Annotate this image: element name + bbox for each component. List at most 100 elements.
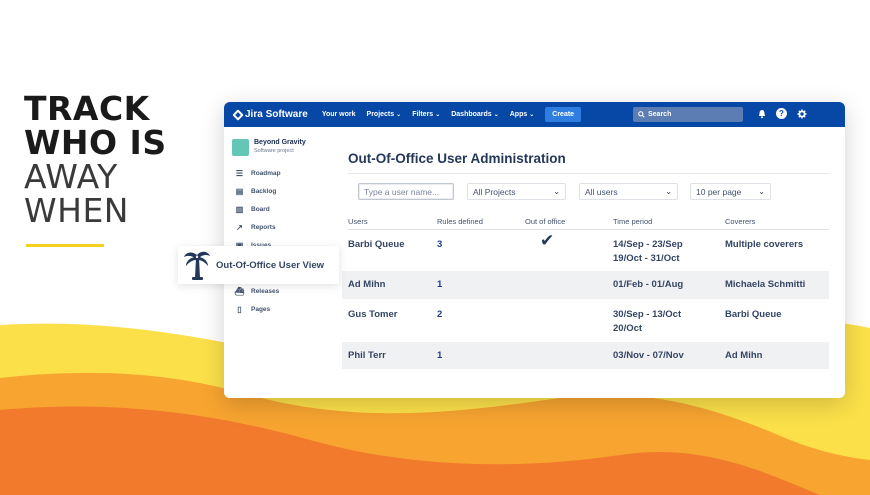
chevron-down-icon: ⌄ [553,187,560,196]
time-period: 01/Feb - 01/Aug [613,278,683,292]
roadmap-icon: ☰ [235,169,244,178]
user-name: Phil Terr [348,350,386,361]
nav-projects[interactable]: Projects ⌄ [367,111,402,118]
nav-your-work[interactable]: Your work [322,111,356,118]
nav-dashboards[interactable]: Dashboards ⌄ [451,111,499,118]
nav-label: Projects [366,111,395,118]
pages-icon: ▯ [237,305,242,314]
main-content: Out-Of-Office User Administration Type a… [340,127,845,398]
coverers: Michaela Schmitti [725,279,806,290]
column-header-rules[interactable]: Rules defined [437,217,483,226]
rules-count[interactable]: 2 [437,308,442,322]
time-period-line: 19/Oct - 31/Oct [613,253,680,264]
releases-icon: ⛴ [234,287,245,296]
page-size-select[interactable]: 10 per page ⌄ [690,183,771,200]
reports-icon: ↗ [236,223,243,232]
backlog-icon: ▤ [235,187,244,196]
help-icon[interactable]: ? [776,108,787,119]
sidebar-item-label: Releases [251,288,280,295]
header-divider [348,229,829,230]
column-header-out-of-office[interactable]: Out of office [525,217,565,226]
bell-icon[interactable] [756,108,767,119]
table-row[interactable]: Phil Terr 1 03/Nov - 07/Nov Ad Mihn [342,342,829,369]
sidebar-item-label: Out-Of-Office User View [216,259,325,271]
title-divider [348,173,829,174]
search-input[interactable]: Search [633,107,743,122]
settings-icon[interactable] [796,108,807,119]
time-period-line: 14/Sep - 23/Sep [613,239,683,250]
time-period: 30/Sep - 13/Oct 20/Oct [613,308,681,336]
time-period-line: 03/Nov - 07/Nov [613,350,684,361]
checkmark-icon: ✔ [540,231,555,250]
time-period-line: 01/Feb - 01/Aug [613,279,684,290]
project-header[interactable]: Beyond Gravity Software project [232,139,306,156]
coverers: Ad Mihn [725,350,763,361]
sidebar-item-out-of-office[interactable]: Out-Of-Office User View [178,246,339,284]
time-period-line: 30/Sep - 13/Oct [613,309,682,320]
headline: TRACK WHO IS AWAY WHEN [24,92,167,228]
sidebar-item-releases[interactable]: ⛴ Releases [234,287,280,296]
time-period: 03/Nov - 07/Nov [613,349,684,363]
project-select[interactable]: All Projects ⌄ [467,183,566,200]
users-select[interactable]: All users ⌄ [579,183,678,200]
headline-line-3: AWAY [24,157,118,196]
sidebar-item-reports[interactable]: ↗ Reports [235,223,276,232]
project-avatar [232,139,249,156]
nav-apps[interactable]: Apps ⌄ [510,111,535,118]
time-period-line: 20/Oct [613,323,643,334]
project-name: Beyond Gravity [254,139,306,146]
nav-label: Your work [321,111,356,118]
user-search-placeholder: Type a user name... [364,186,440,197]
page-title: Out-Of-Office User Administration [348,151,566,166]
search-placeholder: Search [648,111,672,118]
project-select-value: All Projects [473,186,516,197]
table-row[interactable]: Gus Tomer 2 30/Sep - 13/Oct 20/Oct Barbi… [342,302,829,340]
sidebar-item-label: Reports [251,224,276,231]
palm-tree-icon [184,251,210,280]
column-header-coverers[interactable]: Coverers [725,217,755,226]
sidebar-item-label: Board [251,206,270,213]
time-period: 14/Sep - 23/Sep 19/Oct - 31/Oct [613,238,683,266]
rules-count[interactable]: 1 [437,349,442,363]
chevron-down-icon: ⌄ [493,112,499,118]
sidebar-item-label: Pages [251,306,271,313]
table-row[interactable]: Ad Mihn 1 01/Feb - 01/Aug Michaela Schmi… [342,271,829,299]
nav-filters[interactable]: Filters ⌄ [412,111,440,118]
users-select-value: All users [585,186,618,197]
jira-logo-icon [232,108,244,121]
jira-logo[interactable]: Jira Software [232,108,308,121]
chevron-down-icon: ⌄ [396,112,402,118]
brand-name: Jira Software [245,109,308,120]
rules-count[interactable]: 1 [437,278,442,292]
top-navigation-bar: Jira Software Your work Projects ⌄ Filter… [224,102,845,127]
user-name: Ad Mihn [348,279,386,290]
sidebar-item-roadmap[interactable]: ☰ Roadmap [235,169,281,178]
chevron-down-icon: ⌄ [758,187,765,196]
sidebar-item-board[interactable]: ▥ Board [235,205,270,214]
user-search-field[interactable]: Type a user name... [358,183,454,200]
top-icons: ? [756,108,807,119]
chevron-down-icon: ⌄ [529,112,535,118]
rules-count[interactable]: 3 [437,238,442,252]
table-row[interactable]: Barbi Queue 3 ✔ 14/Sep - 23/Sep 19/Oct -… [342,231,829,269]
coverers: Barbi Queue [725,309,782,320]
search-icon [638,111,645,118]
headline-line-4: WHEN [24,191,129,230]
coverers: Multiple coverers [725,239,804,250]
user-name: Barbi Queue [348,239,405,250]
column-header-users[interactable]: Users [348,217,368,226]
project-type: Software project [254,148,294,154]
create-button[interactable]: Create [545,107,582,122]
sidebar-item-backlog[interactable]: ▤ Backlog [235,187,277,196]
nav-label: Apps [509,111,528,118]
page-size-value: 10 per page [696,186,742,197]
headline-line-1: TRACK [24,89,150,128]
sidebar-item-pages[interactable]: ▯ Pages [235,305,270,314]
column-header-time-period[interactable]: Time period [613,217,652,226]
nav-label: Filters [412,111,434,118]
headline-underline [26,244,104,247]
nav-label: Dashboards [451,111,492,118]
chevron-down-icon: ⌄ [665,187,672,196]
board-icon: ▥ [235,205,244,214]
user-name: Gus Tomer [348,309,398,320]
